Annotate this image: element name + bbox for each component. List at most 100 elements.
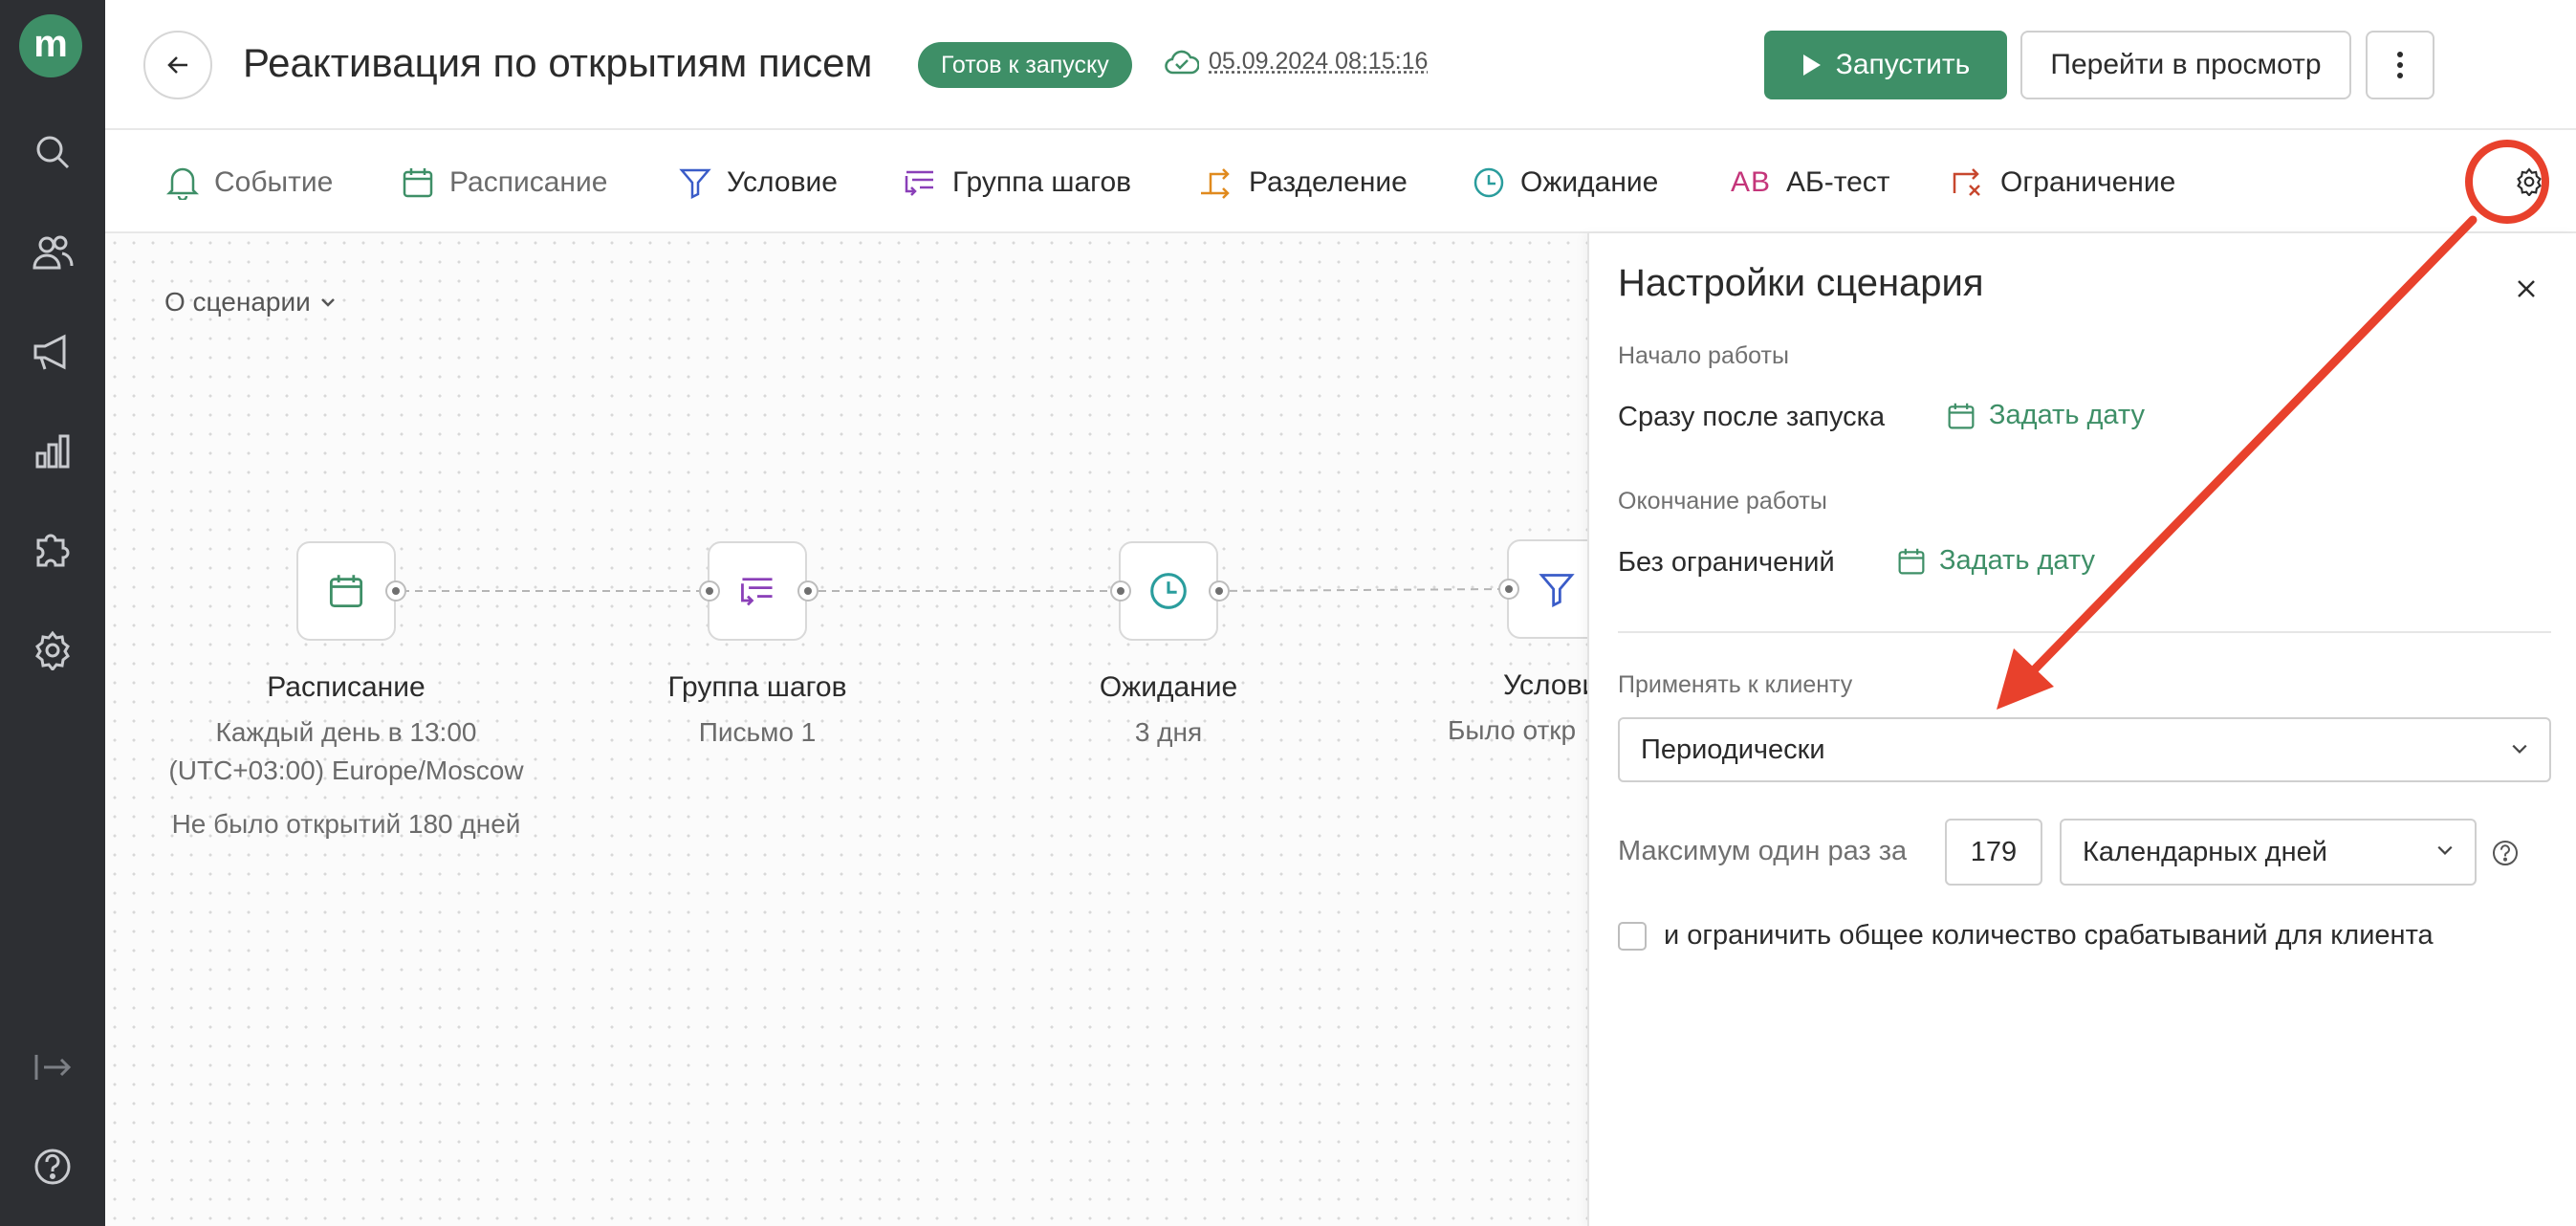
period-unit-select[interactable]: Календарных дней xyxy=(2060,819,2477,886)
node-step-group[interactable] xyxy=(708,541,807,641)
megaphone-icon[interactable] xyxy=(28,327,77,377)
node-output-port[interactable] xyxy=(797,580,819,602)
filter-icon xyxy=(1539,574,1575,607)
end-value: Без ограничений xyxy=(1618,547,1835,578)
scenario-settings-panel: Настройки сценария Начало работы Сразу п… xyxy=(1587,233,2576,1226)
clock-icon xyxy=(1150,573,1187,609)
limit-total-checkbox[interactable] xyxy=(1618,922,1647,951)
tool-step-group-label: Группа шагов xyxy=(952,166,1132,198)
close-icon xyxy=(2518,280,2535,297)
gear-icon[interactable] xyxy=(28,625,77,675)
end-set-date-label: Задать дату xyxy=(1939,545,2096,576)
puzzle-icon[interactable] xyxy=(28,526,77,576)
chevron-down-icon xyxy=(2512,744,2527,754)
help-icon[interactable] xyxy=(28,1142,77,1192)
apply-mode-value: Периодически xyxy=(1641,733,1825,765)
node-schedule[interactable] xyxy=(296,541,396,641)
bar-chart-icon[interactable] xyxy=(28,427,77,476)
end-label: Окончание работы xyxy=(1618,488,1827,514)
preview-button[interactable]: Перейти в просмотр xyxy=(2020,31,2351,99)
node-step-group-detail: Письмо 1 xyxy=(698,717,817,747)
tool-ab-test[interactable]: AB АБ-тест xyxy=(1731,159,1890,207)
sidebar: m xyxy=(0,0,105,1226)
tool-ab-test-label: АБ-тест xyxy=(1786,166,1890,198)
max-period-number-input[interactable]: 179 xyxy=(1945,819,2042,886)
node-wait-title: Ожидание xyxy=(1099,671,1238,703)
tool-condition[interactable]: Условие xyxy=(679,159,838,207)
tool-condition-label: Условие xyxy=(727,166,838,198)
ab-test-icon: AB xyxy=(1731,166,1772,198)
apply-label: Применять к клиенту xyxy=(1618,671,1853,698)
search-icon[interactable] xyxy=(28,127,77,177)
tool-split[interactable]: Разделение xyxy=(1199,159,1408,207)
max-once-label: Максимум один раз за xyxy=(1618,836,1908,866)
end-set-date-link[interactable]: Задать дату xyxy=(1897,545,2095,577)
panel-title: Настройки сценария xyxy=(1618,262,1984,304)
node-input-port[interactable] xyxy=(699,580,720,602)
workflow-canvas[interactable]: О сценарии Расписание Каждый день в 13:0… xyxy=(105,233,1587,1226)
start-set-date-label: Задать дату xyxy=(1989,400,2146,430)
question-icon[interactable] xyxy=(2492,840,2519,866)
clock-icon xyxy=(1474,167,1504,198)
gear-icon xyxy=(2517,167,2542,196)
node-step-group-title: Группа шагов xyxy=(667,671,847,703)
back-button[interactable] xyxy=(143,31,212,99)
calendar-icon xyxy=(329,575,363,608)
tool-event[interactable]: Событие xyxy=(166,159,333,207)
tool-schedule[interactable]: Расписание xyxy=(402,159,607,207)
period-unit-value: Календарных дней xyxy=(2083,836,2327,867)
status-badge: Готов к запуску xyxy=(918,42,1132,88)
header: Реактивация по открытиям писем Готов к з… xyxy=(105,0,2576,130)
play-icon xyxy=(1802,55,1821,76)
more-menu-button[interactable] xyxy=(2366,31,2434,99)
tool-wait[interactable]: Ожидание xyxy=(1473,159,1658,207)
chevron-down-icon xyxy=(2437,845,2453,855)
run-button[interactable]: Запустить xyxy=(1764,31,2007,99)
calendar-icon xyxy=(1948,403,1975,428)
start-label: Начало работы xyxy=(1618,342,1789,369)
collapse-icon[interactable] xyxy=(28,1042,77,1092)
split-icon xyxy=(1201,168,1230,199)
tool-schedule-label: Расписание xyxy=(449,166,608,198)
bell-icon xyxy=(166,167,199,200)
node-schedule-detail-1: Каждый день в 13:00 xyxy=(215,717,477,747)
node-schedule-title: Расписание xyxy=(267,671,426,703)
saved-timestamp[interactable]: 05.09.2024 08:15:16 xyxy=(1209,48,1428,76)
filter-icon xyxy=(679,168,711,199)
node-condition-title: Услови xyxy=(1503,669,1587,701)
step-group-icon xyxy=(905,170,933,196)
start-set-date-link[interactable]: Задать дату xyxy=(1947,400,2145,431)
tool-event-label: Событие xyxy=(214,166,334,198)
cloud-check-icon xyxy=(1165,48,1200,81)
node-wait[interactable] xyxy=(1119,541,1218,641)
start-value: Сразу после запуска xyxy=(1618,402,1886,432)
node-output-port[interactable] xyxy=(385,580,406,602)
tool-split-label: Разделение xyxy=(1249,166,1408,198)
tool-step-group[interactable]: Группа шагов xyxy=(903,159,1131,207)
limit-total-checkbox-label[interactable]: и ограничить общее количество срабатыван… xyxy=(1664,920,2434,952)
node-wait-detail: 3 дня xyxy=(1134,717,1203,747)
node-schedule-filter: Не было открытий 180 дней xyxy=(171,809,521,839)
run-button-label: Запустить xyxy=(1835,49,1971,80)
node-input-port[interactable] xyxy=(1498,579,1519,600)
logo-letter: m xyxy=(33,23,68,65)
node-condition-detail: Было откр xyxy=(1448,715,1577,745)
calendar-icon xyxy=(1898,548,1925,574)
more-vertical-icon xyxy=(2397,52,2403,78)
step-group-icon xyxy=(741,578,773,606)
apply-mode-select[interactable]: Периодически xyxy=(1618,717,2551,782)
close-button[interactable] xyxy=(2509,272,2543,306)
tool-limit-label: Ограничение xyxy=(2000,166,2176,198)
calendar-icon xyxy=(403,168,433,198)
node-schedule-detail-2: (UTC+03:00) Europe/Moscow xyxy=(168,755,524,785)
limit-icon xyxy=(1953,168,1980,196)
logo[interactable]: m xyxy=(19,14,82,77)
node-output-port[interactable] xyxy=(1209,580,1230,602)
users-icon[interactable] xyxy=(28,228,77,277)
node-input-port[interactable] xyxy=(1110,580,1131,602)
page-title: Реактивация по открытиям писем xyxy=(243,40,873,85)
step-toolbar: Событие Расписание Условие Группа шагов … xyxy=(105,132,2576,233)
scenario-settings-button[interactable] xyxy=(2504,157,2554,207)
tool-limit[interactable]: Ограничение xyxy=(1951,159,2175,207)
tool-wait-label: Ожидание xyxy=(1520,166,1659,198)
